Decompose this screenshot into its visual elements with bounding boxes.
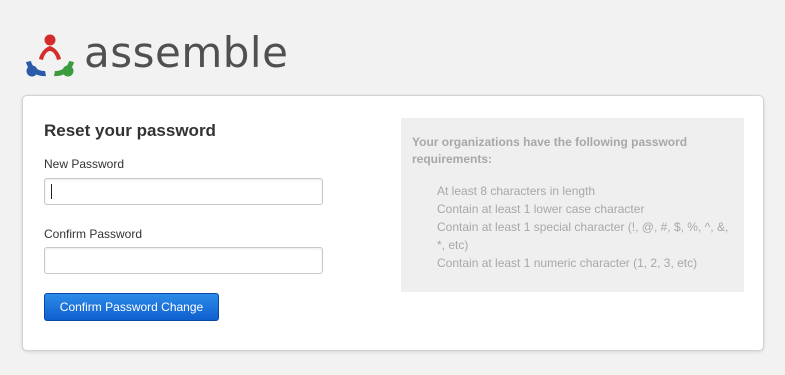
text-caret	[51, 184, 52, 199]
confirm-password-label: Confirm Password	[44, 227, 143, 241]
page-title: Reset your password	[44, 121, 216, 140]
confirm-password-field[interactable]	[44, 247, 323, 274]
password-requirements-box: Your organizations have the following pa…	[401, 118, 744, 292]
requirement-item: Contain at least 1 lower case character	[437, 202, 645, 216]
new-password-label: New Password	[44, 157, 125, 171]
reset-password-card: Reset your password New Password Confirm…	[22, 95, 764, 351]
assemble-logo: assemble	[22, 28, 288, 81]
brand-name: assemble	[84, 28, 289, 77]
requirement-item: Contain at least 1 special character (!,…	[437, 220, 729, 252]
requirement-item: Contain at least 1 numeric character (1,…	[437, 256, 698, 270]
assemble-logo-icon	[26, 34, 74, 77]
confirm-password-change-button[interactable]: Confirm Password Change	[44, 293, 219, 321]
new-password-field[interactable]	[44, 178, 323, 205]
requirements-list: At least 8 characters in length Contain …	[437, 182, 737, 272]
requirement-item: At least 8 characters in length	[437, 184, 596, 198]
requirements-heading: Your organizations have the following pa…	[412, 135, 688, 166]
